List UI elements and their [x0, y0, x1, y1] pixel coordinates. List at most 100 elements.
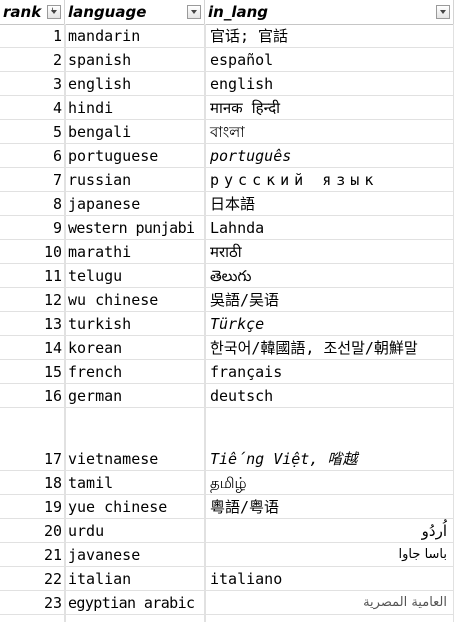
in-lang-cell[interactable] [205, 615, 454, 622]
in-lang-cell[interactable]: português [205, 144, 454, 167]
in-lang-cell[interactable]: తెలుగు [205, 264, 454, 287]
table-row[interactable]: 10 marathi मराठी [0, 240, 454, 264]
language-cell[interactable]: vietnamese [65, 408, 205, 470]
header-cell-language[interactable]: language [65, 0, 205, 24]
rank-cell[interactable]: 4 [0, 96, 65, 119]
in-lang-cell[interactable]: বাংলা [205, 120, 454, 143]
in-lang-cell[interactable]: 日本語 [205, 192, 454, 215]
language-cell[interactable]: spanish [65, 48, 205, 71]
rank-cell[interactable]: 1 [0, 24, 65, 47]
in-lang-cell[interactable]: 한국어/韓國語, 조선말/朝鮮말 [205, 336, 454, 359]
table-row-partial[interactable] [0, 615, 454, 622]
language-cell[interactable]: portuguese [65, 144, 205, 167]
language-cell[interactable]: yue chinese [65, 495, 205, 518]
table-row[interactable]: 15 french français [0, 360, 454, 384]
in-lang-cell[interactable]: العامية المصرية [205, 591, 454, 614]
in-lang-cell[interactable]: english [205, 72, 454, 95]
rank-cell[interactable]: 5 [0, 120, 65, 143]
rank-cell[interactable]: 19 [0, 495, 65, 518]
table-row[interactable]: 4 hindi मानक हिन्दी [0, 96, 454, 120]
table-row[interactable]: 11 telugu తెలుగు [0, 264, 454, 288]
in-lang-cell[interactable]: 吳語/吴语 [205, 288, 454, 311]
rank-cell[interactable]: 17 [0, 408, 65, 470]
language-cell[interactable]: western punjabi [65, 216, 205, 239]
language-cell[interactable]: turkish [65, 312, 205, 335]
in-lang-cell[interactable]: 粵語/粤语 [205, 495, 454, 518]
language-cell[interactable]: javanese [65, 543, 205, 566]
rank-cell[interactable]: 16 [0, 384, 65, 407]
in-lang-cell[interactable]: Tiếng Việt, 㗂越 [205, 408, 454, 470]
in-lang-cell[interactable]: தமிழ் [205, 471, 454, 494]
in-lang-cell[interactable]: 官话; 官話 [205, 24, 454, 47]
language-cell[interactable]: hindi [65, 96, 205, 119]
rank-cell[interactable]: 23 [0, 591, 65, 614]
in-lang-cell[interactable]: español [205, 48, 454, 71]
table-row[interactable]: 20 urdu اُردُو [0, 519, 454, 543]
language-cell[interactable]: urdu [65, 519, 205, 542]
language-cell[interactable]: wu chinese [65, 288, 205, 311]
table-row[interactable]: 9 western punjabi Lahnda [0, 216, 454, 240]
in-lang-cell[interactable]: français [205, 360, 454, 383]
language-cell[interactable]: russian [65, 168, 205, 191]
language-cell[interactable]: mandarin [65, 24, 205, 47]
rank-cell[interactable]: 20 [0, 519, 65, 542]
rank-cell[interactable]: 22 [0, 567, 65, 590]
rank-cell[interactable]: 7 [0, 168, 65, 191]
in-lang-cell[interactable]: मराठी [205, 240, 454, 263]
rank-cell[interactable]: 2 [0, 48, 65, 71]
header-cell-in-lang[interactable]: in_lang [205, 0, 454, 24]
sort-filter-icon[interactable]: ↓ [47, 5, 61, 19]
in-lang-cell[interactable]: Lahnda [205, 216, 454, 239]
language-cell[interactable]: german [65, 384, 205, 407]
filter-dropdown-icon[interactable] [436, 5, 450, 19]
language-cell[interactable]: english [65, 72, 205, 95]
rank-cell[interactable]: 6 [0, 144, 65, 167]
table-row[interactable]: 17 vietnamese Tiếng Việt, 㗂越 [0, 408, 454, 471]
table-row[interactable]: 7 russian русский язык [0, 168, 454, 192]
language-cell[interactable]: japanese [65, 192, 205, 215]
table-row[interactable]: 18 tamil தமிழ் [0, 471, 454, 495]
rank-cell[interactable]: 21 [0, 543, 65, 566]
rank-cell[interactable]: 3 [0, 72, 65, 95]
in-lang-cell[interactable]: باسا جاوا [205, 543, 454, 566]
rank-cell[interactable]: 13 [0, 312, 65, 335]
table-row[interactable]: 19 yue chinese 粵語/粤语 [0, 495, 454, 519]
language-cell[interactable]: tamil [65, 471, 205, 494]
in-lang-cell[interactable]: اُردُو [205, 519, 454, 542]
rank-cell[interactable]: 9 [0, 216, 65, 239]
in-lang-cell[interactable]: русский язык [205, 168, 454, 191]
in-lang-cell[interactable]: italiano [205, 567, 454, 590]
filter-dropdown-icon[interactable] [187, 5, 201, 19]
table-row[interactable]: 2 spanish español [0, 48, 454, 72]
rank-cell[interactable]: 10 [0, 240, 65, 263]
table-row[interactable]: 23 egyptian arabic العامية المصرية [0, 591, 454, 615]
rank-cell[interactable]: 18 [0, 471, 65, 494]
table-row[interactable]: 8 japanese 日本語 [0, 192, 454, 216]
language-cell[interactable]: telugu [65, 264, 205, 287]
rank-cell[interactable]: 12 [0, 288, 65, 311]
in-lang-cell[interactable]: मानक हिन्दी [205, 96, 454, 119]
table-row[interactable]: 22 italian italiano [0, 567, 454, 591]
rank-cell[interactable]: 11 [0, 264, 65, 287]
table-row[interactable]: 5 bengali বাংলা [0, 120, 454, 144]
table-row[interactable]: 21 javanese باسا جاوا [0, 543, 454, 567]
table-row[interactable]: 14 korean 한국어/韓國語, 조선말/朝鮮말 [0, 336, 454, 360]
rank-cell[interactable]: 15 [0, 360, 65, 383]
rank-cell[interactable]: 8 [0, 192, 65, 215]
language-cell[interactable]: french [65, 360, 205, 383]
in-lang-cell[interactable]: Türkçe [205, 312, 454, 335]
in-lang-cell[interactable]: deutsch [205, 384, 454, 407]
language-cell[interactable] [65, 615, 205, 622]
table-row[interactable]: 3 english english [0, 72, 454, 96]
table-row[interactable]: 12 wu chinese 吳語/吴语 [0, 288, 454, 312]
language-cell[interactable]: korean [65, 336, 205, 359]
language-cell[interactable]: italian [65, 567, 205, 590]
language-cell[interactable]: egyptian arabic [65, 591, 205, 614]
rank-cell[interactable]: 14 [0, 336, 65, 359]
table-row[interactable]: 16 german deutsch [0, 384, 454, 408]
header-cell-rank[interactable]: rank ↓ [0, 0, 65, 24]
table-row[interactable]: 6 portuguese português [0, 144, 454, 168]
table-row[interactable]: 1 mandarin 官话; 官話 [0, 24, 454, 48]
rank-cell[interactable] [0, 615, 65, 622]
language-cell[interactable]: marathi [65, 240, 205, 263]
